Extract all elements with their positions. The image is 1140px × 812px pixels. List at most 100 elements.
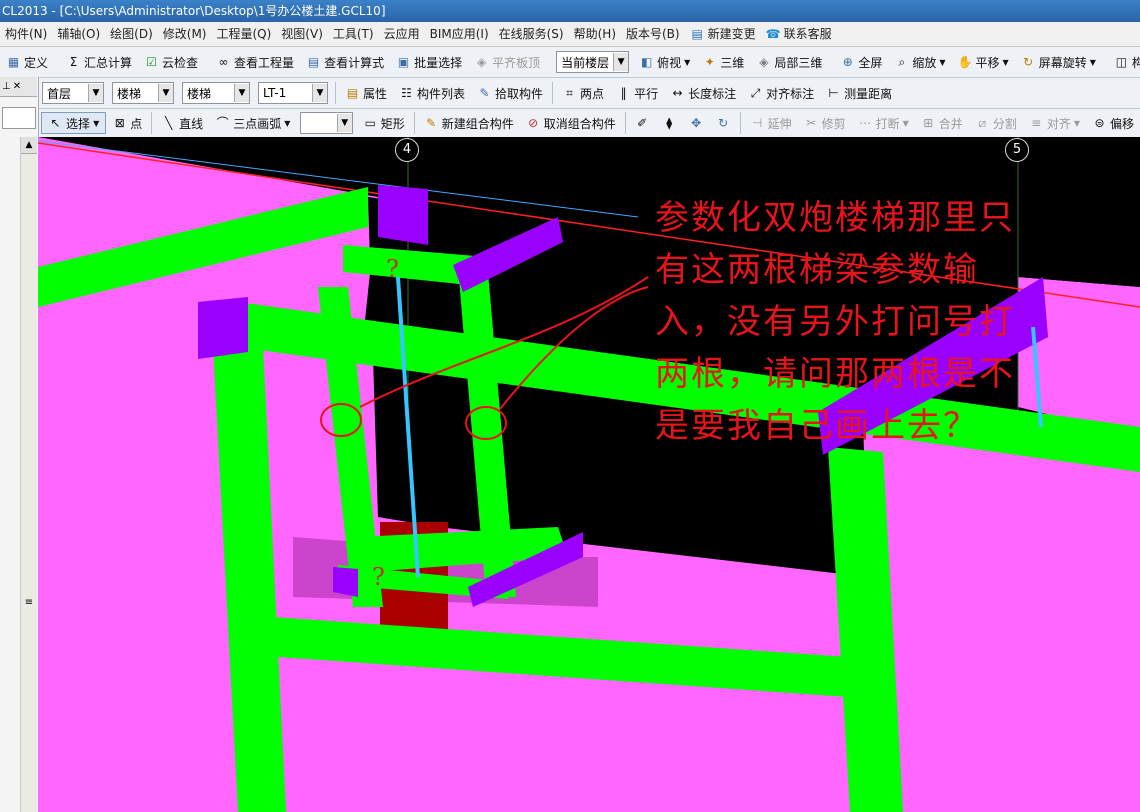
rotate-icon: ↻ bbox=[1023, 54, 1034, 69]
chevron-down-icon[interactable]: ▼ bbox=[158, 84, 173, 102]
grid-icon: ▦ bbox=[7, 54, 20, 69]
chevron-down-icon[interactable]: ▼ bbox=[336, 114, 352, 132]
chevron-down-icon[interactable]: ▼ bbox=[613, 53, 629, 71]
floor-select[interactable]: 首层 ▼ bbox=[42, 82, 104, 104]
cursor-icon: ↖ bbox=[50, 115, 61, 130]
chevron-down-icon[interactable]: ▼ bbox=[234, 84, 249, 102]
split-button[interactable]: ⧄ 分割 bbox=[969, 111, 1023, 135]
three-d-button[interactable]: ✦ 三维 bbox=[696, 50, 750, 74]
line-icon: ╲ bbox=[165, 115, 173, 130]
properties-button[interactable]: ▤ 属性 bbox=[339, 81, 393, 105]
dimension-icon: ↔ bbox=[672, 85, 683, 100]
component-list-button[interactable]: ☷ 构件列表 bbox=[393, 81, 471, 105]
align-dim-button[interactable]: ⤢ 对齐标注 bbox=[742, 81, 820, 105]
main-toolbar: ▦ 定义 Σ 汇总计算 ☑ 云检查 ∞ 查看工程量 ▤ 查看计算式 ▣ 批量选择 ◈ 平齐板顶… bbox=[0, 47, 1140, 78]
parallel-button[interactable]: ‖ 平行 bbox=[610, 81, 664, 105]
offset-icon: ⊜ bbox=[1094, 115, 1105, 130]
3d-viewport[interactable]: 4 5 ? ? 参数化双炮楼梯那里只有这两根梯梁参数输入，没有另外打问号打两根，… bbox=[38, 137, 1140, 812]
menu-modify[interactable]: 修改(M) bbox=[158, 22, 212, 46]
view-quantity-button[interactable]: ∞ 查看工程量 bbox=[210, 50, 300, 74]
draw-mode-select[interactable]: ▼ bbox=[300, 112, 353, 134]
batch-select-button[interactable]: ▣ 批量选择 bbox=[390, 50, 468, 74]
length-dim-button[interactable]: ↔ 长度标注 bbox=[664, 81, 742, 105]
rotate-button[interactable]: ↻ bbox=[710, 111, 737, 135]
new-group-icon: ✎ bbox=[426, 115, 437, 130]
line-button[interactable]: ╲ 直线 bbox=[155, 111, 209, 135]
menu-component[interactable]: 构件(N) bbox=[0, 22, 52, 46]
pick-component-button[interactable]: ✎ 拾取构件 bbox=[471, 81, 549, 105]
arc-button[interactable]: ⌒ 三点画弧 ▼ bbox=[209, 111, 296, 135]
cancel-group-button[interactable]: ⊘ 取消组合构件 bbox=[520, 111, 622, 135]
component-select[interactable]: LT-1 ▼ bbox=[258, 82, 328, 104]
type-select[interactable]: 楼梯 ▼ bbox=[182, 82, 250, 104]
category-select[interactable]: 楼梯 ▼ bbox=[112, 82, 174, 104]
point-button[interactable]: ⊠ 点 bbox=[106, 111, 148, 135]
menu-view[interactable]: 视图(V) bbox=[276, 22, 328, 46]
component-element-button[interactable]: ◫构件图元 bbox=[1108, 50, 1140, 74]
menu-version[interactable]: 版本号(B) bbox=[621, 22, 685, 46]
menu-cloud[interactable]: 云应用 bbox=[379, 22, 425, 46]
new-group-button[interactable]: ✎ 新建组合构件 bbox=[418, 111, 520, 135]
mirror-button[interactable]: ⧫ bbox=[656, 111, 683, 135]
local-3d-button[interactable]: ◈ 局部三维 bbox=[750, 50, 828, 74]
menu-online[interactable]: 在线服务(S) bbox=[494, 22, 569, 46]
pan-button[interactable]: ✋ 平移 ▼ bbox=[952, 50, 1015, 74]
chevron-down-icon: ▼ bbox=[902, 118, 909, 128]
define-button[interactable]: ▦ 定义 bbox=[0, 50, 54, 74]
left-panel: ⊥ ✕ ▲ ≡ bbox=[0, 77, 39, 812]
contact-support-menu[interactable]: ☎ 联系客服 bbox=[761, 22, 837, 46]
align-slab-top-button[interactable]: ◈ 平齐板顶 bbox=[468, 50, 546, 74]
rectangle-button[interactable]: ▭ 矩形 bbox=[357, 111, 411, 135]
menu-quantity[interactable]: 工程量(Q) bbox=[211, 22, 276, 46]
chevron-down-icon[interactable]: ▼ bbox=[88, 84, 103, 102]
break-button[interactable]: ⋯ 打断 ▼ bbox=[852, 111, 915, 135]
split-icon: ⧄ bbox=[978, 115, 987, 130]
merge-button[interactable]: ⊞ 合并 bbox=[915, 111, 969, 135]
trim-button[interactable]: ✂ 修剪 bbox=[798, 111, 852, 135]
toolbar-divider bbox=[624, 112, 626, 134]
pen-tool-button[interactable]: ✐ bbox=[629, 111, 656, 135]
zoom-button[interactable]: ⌕ 缩放 ▼ bbox=[888, 50, 951, 74]
menu-help[interactable]: 帮助(H) bbox=[569, 22, 621, 46]
toolbar-divider bbox=[413, 112, 415, 134]
screen-rotate-button[interactable]: ↻ 屏幕旋转 ▼ bbox=[1015, 50, 1102, 74]
menu-bim[interactable]: BIM应用(I) bbox=[425, 22, 494, 46]
chevron-down-icon: ▼ bbox=[684, 57, 691, 67]
panel-tab[interactable]: ⊥ ✕ bbox=[0, 77, 37, 97]
new-change-menu[interactable]: ▤ 新建变更 bbox=[685, 22, 761, 46]
select-button[interactable]: ↖ 选择 ▼ bbox=[41, 112, 107, 134]
menu-draw[interactable]: 绘图(D) bbox=[105, 22, 158, 46]
chevron-down-icon: ▼ bbox=[939, 57, 946, 67]
full-screen-button[interactable]: ⊕ 全屏 bbox=[834, 50, 888, 74]
measure-distance-button[interactable]: ⊢ 测量距离 bbox=[820, 81, 898, 105]
align-button[interactable]: ≡ 对齐 ▼ bbox=[1023, 111, 1086, 135]
eyedropper-icon: ✎ bbox=[479, 85, 490, 100]
contact-support-label: 联系客服 bbox=[783, 27, 832, 41]
lower-recess bbox=[283, 577, 848, 812]
menu-axis[interactable]: 辅轴(O) bbox=[52, 22, 105, 46]
scroll-grip-icon[interactable]: ≡ bbox=[21, 597, 37, 608]
close-icon[interactable]: ✕ bbox=[13, 81, 21, 92]
panel-scrollbar[interactable]: ▲ ≡ bbox=[20, 137, 37, 812]
two-point-button[interactable]: ⌗ 两点 bbox=[556, 81, 610, 105]
axis-label-5: 5 bbox=[1005, 138, 1029, 162]
cloud-check-button[interactable]: ☑ 云检查 bbox=[138, 50, 204, 74]
top-view-button[interactable]: ◧ 俯视 ▼ bbox=[633, 50, 696, 74]
offset-button[interactable]: ⊜ 偏移 bbox=[1086, 111, 1140, 135]
fullscreen-icon: ⊕ bbox=[842, 54, 853, 69]
menu-tools[interactable]: 工具(T) bbox=[328, 22, 379, 46]
scroll-up-icon[interactable]: ▲ bbox=[21, 137, 37, 154]
move-button[interactable]: ✥ bbox=[683, 111, 710, 135]
extend-button[interactable]: ⊣ 延伸 bbox=[744, 111, 798, 135]
local-3d-icon: ◈ bbox=[759, 54, 769, 69]
chevron-down-icon[interactable]: ▼ bbox=[312, 84, 327, 102]
panel-search-field[interactable] bbox=[2, 107, 36, 129]
current-floor-select[interactable]: 当前楼层 ▼ bbox=[556, 51, 630, 73]
pen-icon: ✐ bbox=[637, 115, 648, 130]
sum-calc-button[interactable]: Σ 汇总计算 bbox=[60, 50, 138, 74]
align-dim-icon: ⤢ bbox=[750, 85, 761, 100]
window-title: CL2013 - [C:\Users\Administrator\Desktop… bbox=[2, 4, 386, 18]
toolbar-divider bbox=[151, 112, 153, 134]
view-formula-button[interactable]: ▤ 查看计算式 bbox=[300, 50, 390, 74]
properties-icon: ▤ bbox=[346, 85, 359, 100]
